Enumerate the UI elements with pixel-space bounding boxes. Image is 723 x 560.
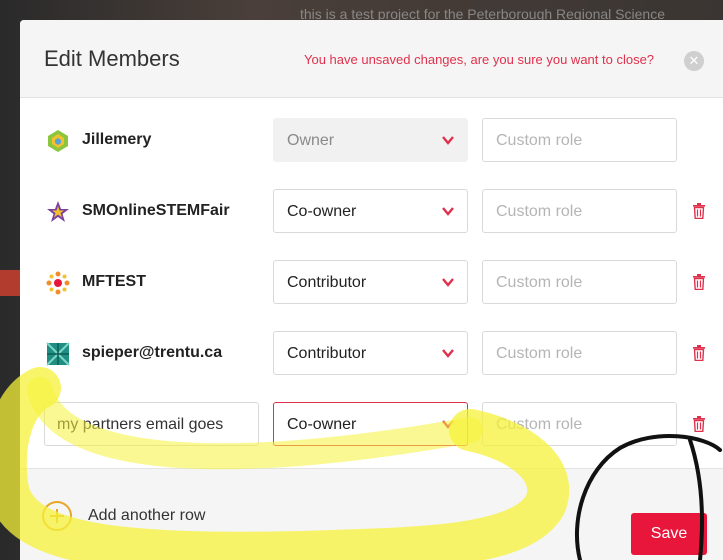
custom-role-placeholder: Custom role [496, 416, 583, 433]
email-input[interactable]: my partners email goes [44, 402, 259, 446]
member-name: MFTEST [82, 273, 146, 290]
member-row: SMOnlineSTEMFair Co-owner Custom role [20, 189, 723, 235]
purple-star-avatar-icon [47, 201, 69, 222]
chevron-down-icon [442, 136, 454, 145]
custom-role-placeholder: Custom role [496, 203, 583, 220]
role-select: Owner [273, 118, 468, 162]
trash-icon[interactable] [692, 274, 706, 290]
member-row: Jillemery Owner Custom role [20, 118, 723, 164]
modal-title: Edit Members [44, 46, 180, 71]
add-row-label: Add another row [88, 507, 206, 524]
role-select[interactable]: Co-owner [273, 189, 468, 233]
chevron-down-icon [442, 420, 454, 429]
member-name: spieper@trentu.ca [82, 344, 223, 361]
role-select[interactable]: Contributor [273, 260, 468, 304]
teal-pattern-avatar-icon [46, 342, 70, 366]
new-member-row: my partners email goes Co-owner Custom r… [20, 402, 723, 448]
role-value: Contributor [287, 345, 367, 362]
role-value: Co-owner [287, 416, 357, 433]
chevron-down-icon [442, 207, 454, 216]
custom-role-placeholder: Custom role [496, 274, 583, 291]
custom-role-input[interactable]: Custom role [482, 331, 677, 375]
member-name: SMOnlineSTEMFair [82, 202, 230, 219]
edit-members-modal: Edit Members You have unsaved changes, a… [20, 20, 723, 560]
chevron-down-icon [442, 278, 454, 287]
unsaved-changes-warning: You have unsaved changes, are you sure y… [304, 52, 655, 67]
add-circle-icon [42, 501, 72, 531]
custom-role-input[interactable]: Custom role [482, 189, 677, 233]
custom-role-input[interactable]: Custom role [482, 118, 677, 162]
custom-role-input[interactable]: Custom role [482, 402, 677, 446]
trash-icon[interactable] [692, 203, 706, 219]
member-row: MFTEST Contributor Custom role [20, 260, 723, 306]
close-button[interactable]: ✕ [684, 51, 704, 71]
custom-role-placeholder: Custom role [496, 345, 583, 362]
green-geometric-avatar-icon [48, 130, 68, 152]
background-accent [0, 270, 20, 296]
orange-dots-avatar-icon [46, 271, 70, 295]
close-icon: ✕ [688, 53, 700, 68]
custom-role-placeholder: Custom role [496, 132, 583, 149]
modal-footer: Add another row Save [20, 468, 723, 560]
email-value: my partners email goes [57, 416, 224, 433]
member-name: Jillemery [82, 131, 152, 148]
member-row: spieper@trentu.ca Contributor Custom rol… [20, 331, 723, 377]
custom-role-input[interactable]: Custom role [482, 260, 677, 304]
modal-header: Edit Members You have unsaved changes, a… [20, 20, 723, 98]
role-value: Contributor [287, 274, 367, 291]
trash-icon[interactable] [692, 416, 706, 432]
trash-icon[interactable] [692, 345, 706, 361]
role-select[interactable]: Co-owner [273, 402, 468, 446]
role-value: Co-owner [287, 203, 357, 220]
role-value: Owner [287, 132, 335, 149]
role-select[interactable]: Contributor [273, 331, 468, 375]
chevron-down-icon [442, 349, 454, 358]
save-button[interactable]: Save [631, 513, 707, 555]
